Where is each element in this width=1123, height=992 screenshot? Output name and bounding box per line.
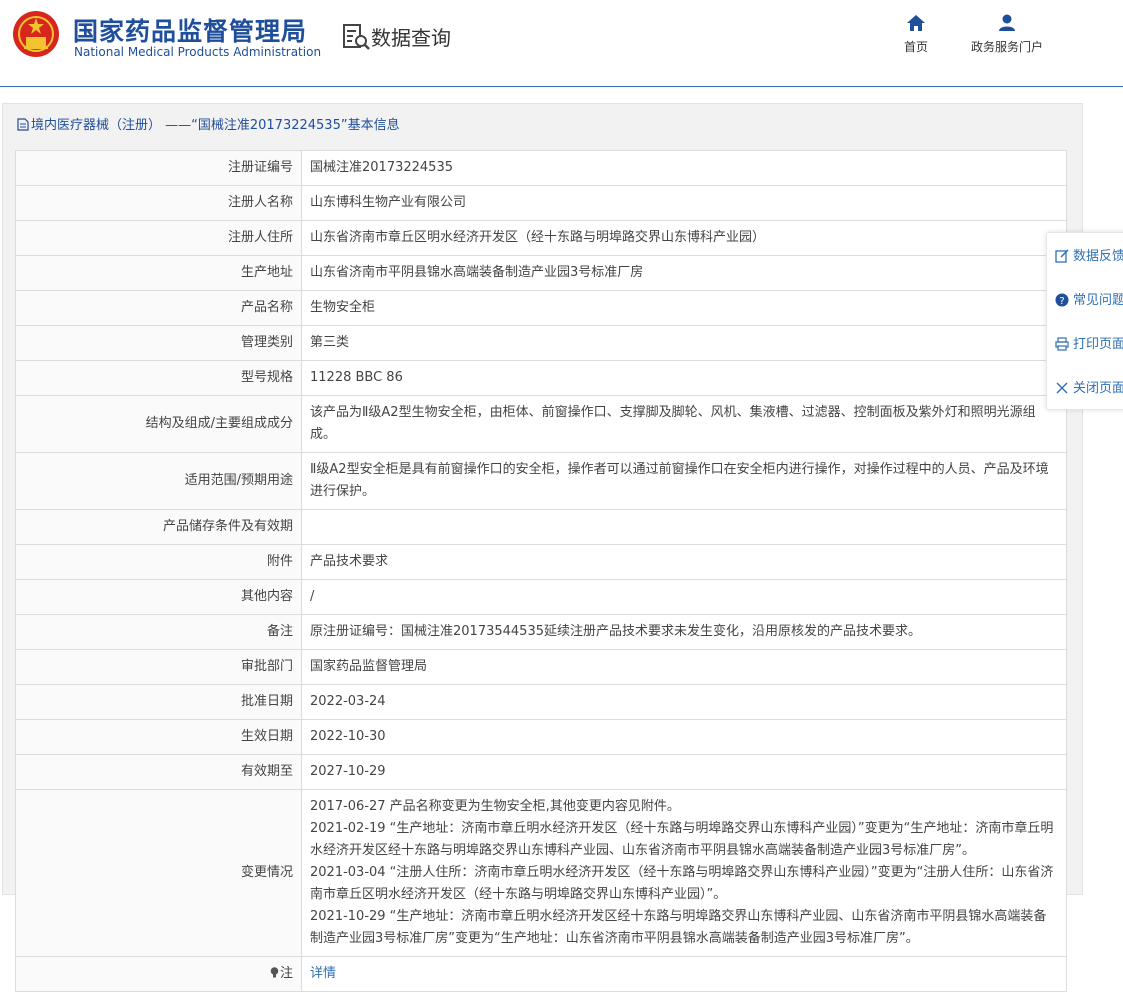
detail-panel: 境内医疗器械（注册） ——“国械注准20173224535”基本信息 注册证编号… [2, 103, 1083, 992]
field-label: 产品名称 [15, 290, 302, 326]
field-value: 该产品为Ⅱ级A2型生物安全柜，由柜体、前窗操作口、支撑脚及脚轮、风机、集液槽、过… [301, 395, 1067, 453]
faq-label: 常见问题 [1073, 293, 1123, 308]
details-link[interactable]: 详情 [310, 966, 336, 981]
feedback-button[interactable]: 数据反馈 [1055, 245, 1123, 265]
side-toolbar: 数据反馈 ? 常见问题 打印页面 关闭页面 [1046, 232, 1123, 410]
nav-home-label: 首页 [903, 40, 928, 54]
feedback-label: 数据反馈 [1073, 249, 1123, 264]
print-button[interactable]: 打印页面 [1055, 333, 1123, 353]
note-label: 注 [15, 956, 302, 992]
question-icon: ? [1055, 293, 1069, 307]
table-row: 批准日期 2022-03-24 [15, 684, 1067, 720]
lightbulb-icon [270, 967, 279, 978]
field-value: 第三类 [301, 325, 1067, 361]
panel-title: 境内医疗器械（注册） ——“国械注准20173224535”基本信息 [17, 114, 400, 133]
table-row: 生产地址 山东省济南市平阴县锦水高端装备制造产业园3号标准厂房 [15, 255, 1067, 291]
field-label: 审批部门 [15, 649, 302, 685]
table-row: 型号规格 11228 BBC 86 [15, 360, 1067, 396]
table-row: 有效期至 2027-10-29 [15, 754, 1067, 790]
field-value: 2022-03-24 [301, 684, 1067, 720]
field-value: 2027-10-29 [301, 754, 1067, 790]
change-entry: 2021-02-19 “生产地址：济南市章丘明水经济开发区（经十东路与明埠路交界… [310, 821, 1054, 858]
field-value: 国械注准20173224535 [301, 150, 1067, 186]
field-value: / [301, 579, 1067, 615]
field-value: Ⅱ级A2型安全柜是具有前窗操作口的安全柜，操作者可以通过前窗操作口在安全柜内进行… [301, 452, 1067, 510]
user-icon [999, 14, 1015, 31]
table-row: 产品储存条件及有效期 [15, 509, 1067, 545]
site-header: 国家药品监督管理局 National Medical Products Admi… [0, 0, 1123, 87]
field-value: 2022-10-30 [301, 719, 1067, 755]
home-icon [907, 15, 925, 31]
document-icon [17, 118, 29, 131]
close-label: 关闭页面 [1073, 381, 1123, 396]
field-label: 结构及组成/主要组成成分 [15, 395, 302, 453]
field-label: 管理类别 [15, 325, 302, 361]
section-title: 数据查询 [371, 26, 451, 50]
table-row-changes: 变更情况 2017-06-27 产品名称变更为生物安全柜,其他变更内容见附件。 … [15, 789, 1067, 957]
field-value: 国家药品监督管理局 [301, 649, 1067, 685]
note-label-text: 注 [279, 966, 293, 981]
field-value: 原注册证编号：国械注准20173544535延续注册产品技术要求未发生变化，沿用… [301, 614, 1067, 650]
field-label: 适用范围/预期用途 [15, 452, 302, 510]
change-entry: 2021-10-29 “生产地址：济南市章丘明水经济开发区经十东路与明埠路交界山… [310, 909, 1047, 946]
close-page-button[interactable]: 关闭页面 [1055, 377, 1123, 397]
close-icon [1056, 382, 1068, 394]
table-row: 产品名称 生物安全柜 [15, 290, 1067, 326]
brand-title-en[interactable]: National Medical Products Administration [74, 45, 321, 59]
registration-info-table: 注册证编号 国械注准20173224535 注册人名称 山东博科生物产业有限公司 注… [15, 150, 1067, 992]
change-entry: 2021-03-04 “注册人住所：济南市章丘明水经济开发区（经十东路与明埠路交… [310, 865, 1054, 902]
edit-icon [1055, 249, 1069, 263]
field-label: 生效日期 [15, 719, 302, 755]
table-row: 注册人住所 山东省济南市章丘区明水经济开发区（经十东路与明埠路交界山东博科产业园） [15, 220, 1067, 256]
table-row: 备注 原注册证编号：国械注准20173544535延续注册产品技术要求未发生变化，… [15, 614, 1067, 650]
field-value: 11228 BBC 86 [301, 360, 1067, 396]
table-row: 生效日期 2022-10-30 [15, 719, 1067, 755]
field-label: 备注 [15, 614, 302, 650]
brand-title-cn[interactable]: 国家药品监督管理局 [73, 12, 307, 48]
field-label: 附件 [15, 544, 302, 580]
field-label: 注册人住所 [15, 220, 302, 256]
table-row: 审批部门 国家药品监督管理局 [15, 649, 1067, 685]
print-label: 打印页面 [1073, 337, 1123, 352]
nav-service-portal[interactable]: 政务服务门户 [962, 14, 1052, 55]
table-row: 注册人名称 山东博科生物产业有限公司 [15, 185, 1067, 221]
nav-home[interactable]: 首页 [896, 14, 936, 55]
note-value: 详情 [301, 956, 1067, 992]
field-value: 山东博科生物产业有限公司 [301, 185, 1067, 221]
field-label: 生产地址 [15, 255, 302, 291]
field-value: 产品技术要求 [301, 544, 1067, 580]
svg-text:?: ? [1059, 296, 1064, 307]
field-label: 注册人名称 [15, 185, 302, 221]
table-row: 注册证编号 国械注准20173224535 [15, 150, 1067, 186]
table-row: 结构及组成/主要组成成分 该产品为Ⅱ级A2型生物安全柜，由柜体、前窗操作口、支撑脚… [15, 395, 1067, 453]
field-label: 批准日期 [15, 684, 302, 720]
table-row-note: 注 详情 [15, 956, 1067, 992]
national-emblem-icon [13, 11, 59, 57]
field-label: 其他内容 [15, 579, 302, 615]
field-value: 生物安全柜 [301, 290, 1067, 326]
print-icon [1055, 337, 1069, 351]
field-label: 型号规格 [15, 360, 302, 396]
panel-title-text: 境内医疗器械（注册） ——“国械注准20173224535”基本信息 [31, 118, 400, 133]
change-entry: 2017-06-27 产品名称变更为生物安全柜,其他变更内容见附件。 [310, 799, 680, 814]
table-row: 管理类别 第三类 [15, 325, 1067, 361]
data-query-icon [343, 24, 370, 50]
field-label: 变更情况 [15, 789, 302, 957]
field-label: 有效期至 [15, 754, 302, 790]
table-row: 附件 产品技术要求 [15, 544, 1067, 580]
change-history: 2017-06-27 产品名称变更为生物安全柜,其他变更内容见附件。 2021-… [301, 789, 1067, 957]
table-row: 适用范围/预期用途 Ⅱ级A2型安全柜是具有前窗操作口的安全柜，操作者可以通过前窗操… [15, 452, 1067, 510]
nav-portal-label: 政务服务门户 [970, 40, 1043, 54]
field-label: 注册证编号 [15, 150, 302, 186]
faq-button[interactable]: ? 常见问题 [1055, 289, 1123, 309]
field-label: 产品储存条件及有效期 [15, 509, 302, 545]
field-value: 山东省济南市章丘区明水经济开发区（经十东路与明埠路交界山东博科产业园） [301, 220, 1067, 256]
table-row: 其他内容 / [15, 579, 1067, 615]
field-value: 山东省济南市平阴县锦水高端装备制造产业园3号标准厂房 [301, 255, 1067, 291]
field-value [301, 509, 1067, 545]
